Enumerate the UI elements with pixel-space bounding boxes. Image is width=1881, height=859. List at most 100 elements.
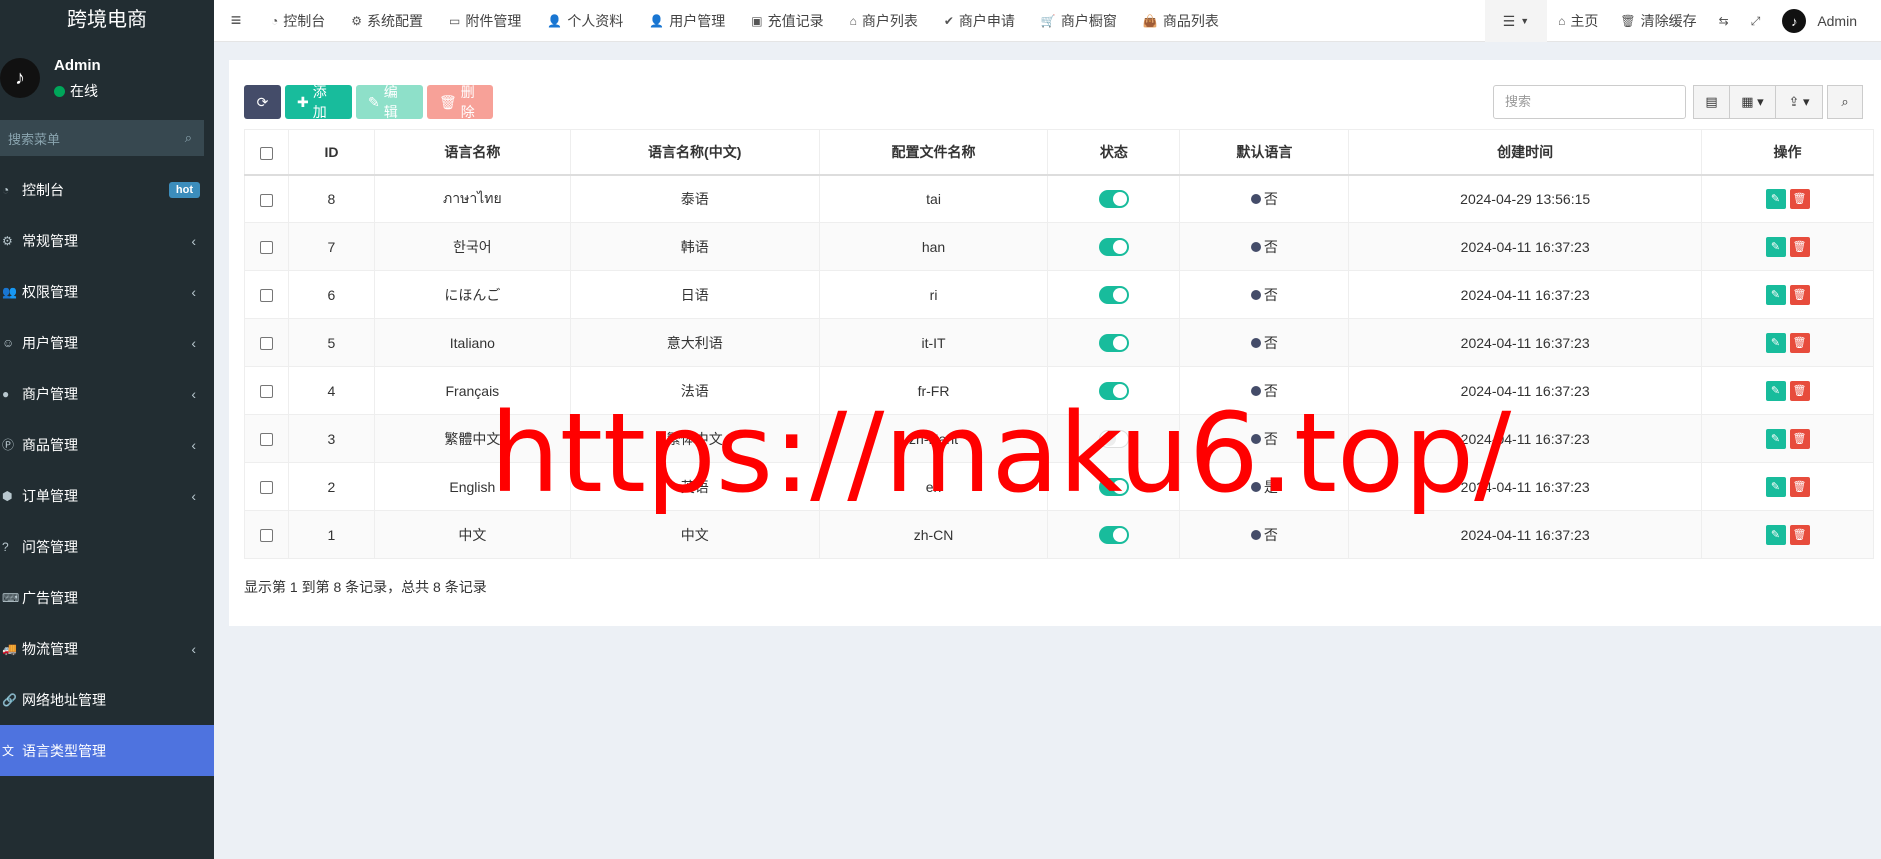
export-button[interactable]: ⇪ ▾ (1776, 85, 1823, 119)
sidebar-item[interactable]: 🔗 网络地址管理 (0, 674, 214, 725)
default-value: 否 (1263, 238, 1278, 255)
status-toggle[interactable] (1098, 237, 1129, 256)
table-row[interactable]: 7 한국어 韩语 han 否 2024-04-11 16:37:23 ✎ 🗑 (244, 222, 1874, 271)
menu-dropdown-button[interactable]: ☰ ▼ (1484, 0, 1548, 42)
status-dot-icon (1250, 241, 1261, 252)
table-row[interactable]: 6 にほんご 日语 ri 否 2024-04-11 16:37:23 ✎ 🗑 (244, 270, 1874, 319)
nav-tab[interactable]: 🛒 商户橱窗 (1028, 0, 1130, 42)
fullscreen-button[interactable]: ⤢ (1740, 0, 1772, 42)
created-time-cell: 2024-04-11 16:37:23 (1348, 510, 1703, 559)
row-delete-button[interactable]: 🗑 (1789, 428, 1810, 449)
sidebar: 跨境电商 ♪ Admin 在线 搜索菜单 ⌕ ◔ 控制台 hot ⚙ 常规管理 ‹ 👥 权限管… (0, 0, 214, 859)
column-header[interactable]: 配置文件名称 (818, 129, 1049, 176)
toggle-view-button[interactable]: ▤ (1693, 85, 1730, 119)
row-edit-button[interactable]: ✎ (1765, 284, 1786, 305)
add-button[interactable]: ✚ 添加 (285, 84, 352, 120)
column-header[interactable]: 默认语言 (1179, 129, 1350, 176)
row-delete-button[interactable]: 🗑 (1789, 476, 1810, 497)
columns-button[interactable]: ▦ ▾ (1730, 85, 1776, 119)
select-all-checkbox[interactable] (259, 146, 273, 160)
app-logo[interactable]: 跨境电商 (0, 0, 214, 40)
row-edit-button[interactable]: ✎ (1765, 428, 1786, 449)
row-checkbox[interactable] (259, 433, 273, 447)
row-delete-button[interactable]: 🗑 (1789, 236, 1810, 257)
content-panel: ⟳ ✚ 添加 ✎ 编辑 🗑 删除 搜索 ▤ ▦ ▾ ⇪ ▾ ⌕ ID 语言名称 语言… (229, 60, 1881, 626)
row-select-cell (244, 318, 289, 367)
advanced-search-button[interactable]: ⌕ (1827, 85, 1863, 119)
sidebar-item[interactable]: ☺ 用户管理 ‹ (0, 317, 214, 368)
row-delete-button[interactable]: 🗑 (1789, 188, 1810, 209)
dashboard-icon: ◔ (271, 13, 279, 28)
sidebar-item[interactable]: 🚚 物流管理 ‹ (0, 623, 214, 674)
row-edit-button[interactable]: ✎ (1765, 476, 1786, 497)
row-delete-button[interactable]: 🗑 (1789, 524, 1810, 545)
row-delete-button[interactable]: 🗑 (1789, 332, 1810, 353)
row-checkbox[interactable] (259, 289, 273, 303)
language-name-cell: 한국어 (373, 222, 571, 271)
sidebar-item[interactable]: 文语言类型管理 (0, 725, 214, 776)
column-header[interactable]: 状态 (1047, 129, 1181, 176)
row-edit-button[interactable]: ✎ (1765, 332, 1786, 353)
nav-tab-label: 商户列表 (861, 12, 918, 29)
nav-tab[interactable]: ◔ 控制台 (258, 0, 338, 42)
clear-cache-button[interactable]: 🗑 清除缓存 (1609, 0, 1707, 42)
column-header[interactable]: ID (287, 129, 375, 176)
delete-button[interactable]: 🗑 删除 (427, 84, 493, 120)
sidebar-item[interactable]: Ⓟ 商品管理 ‹ (0, 419, 214, 470)
row-checkbox[interactable] (259, 193, 273, 207)
search-icon[interactable]: ⌕ (185, 130, 192, 146)
sidebar-item[interactable]: 👥 权限管理 ‹ (0, 266, 214, 317)
refresh-button[interactable]: ⟳ (244, 85, 281, 119)
sidebar-item[interactable]: ◔ 控制台 hot (0, 164, 214, 215)
nav-tab-label: 控制台 (283, 12, 326, 29)
status-toggle[interactable] (1098, 333, 1129, 352)
nav-tab[interactable]: ⚙ 系统配置 (338, 0, 436, 42)
home-link[interactable]: ⌂ 主页 (1547, 0, 1609, 42)
nav-tab[interactable]: ▣ 充值记录 (738, 0, 836, 42)
admin-menu[interactable]: ♪ Admin (1771, 0, 1881, 42)
created-time-cell: 2024-04-11 16:37:23 (1348, 318, 1703, 367)
hot-badge: hot (168, 181, 200, 198)
row-edit-button[interactable]: ✎ (1765, 380, 1786, 401)
operate-cell: ✎ 🗑 (1701, 414, 1874, 463)
language-switch-button[interactable]: ⇆ (1708, 0, 1740, 42)
nav-tab[interactable]: ▭ 附件管理 (436, 0, 534, 42)
table-row[interactable]: 5 Italiano 意大利语 it-IT 否 2024-04-11 16:37:23 ✎ 🗑 (244, 318, 1874, 367)
row-delete-button[interactable]: 🗑 (1789, 284, 1810, 305)
sidebar-search-input[interactable]: 搜索菜单 ⌕ (0, 120, 204, 156)
row-edit-button[interactable]: ✎ (1765, 236, 1786, 257)
status-toggle[interactable] (1098, 285, 1129, 304)
table-header-row: ID 语言名称 语言名称(中文) 配置文件名称 状态 默认语言 创建时间 操作 (244, 129, 1874, 176)
row-checkbox[interactable] (259, 385, 273, 399)
table-search-input[interactable]: 搜索 (1493, 85, 1686, 119)
row-checkbox[interactable] (259, 337, 273, 351)
nav-tab[interactable]: 👤 个人资料 (534, 0, 636, 42)
column-header[interactable]: 语言名称 (373, 129, 571, 176)
column-header[interactable]: 创建时间 (1348, 129, 1703, 176)
status-toggle[interactable] (1098, 189, 1129, 208)
row-checkbox[interactable] (259, 481, 273, 495)
menu-toggle-icon[interactable]: ≡ (214, 10, 258, 31)
nav-tab[interactable]: ✔ 商户申请 (931, 0, 1028, 42)
row-checkbox[interactable] (259, 241, 273, 255)
status-toggle[interactable] (1098, 525, 1129, 544)
table-row[interactable]: 1 中文 中文 zh-CN 否 2024-04-11 16:37:23 ✎ 🗑 (244, 510, 1874, 559)
row-edit-button[interactable]: ✎ (1765, 188, 1786, 209)
table-search-placeholder: 搜索 (1505, 94, 1532, 109)
edit-button[interactable]: ✎ 编辑 (356, 84, 423, 120)
language-name-cell: 中文 (373, 510, 571, 559)
sidebar-item[interactable]: ● 商户管理 ‹ (0, 368, 214, 419)
row-edit-button[interactable]: ✎ (1765, 524, 1786, 545)
column-header[interactable]: 操作 (1701, 129, 1874, 176)
nav-tab[interactable]: ⌂ 商户列表 (837, 0, 931, 42)
sidebar-item[interactable]: ? 问答管理 (0, 521, 214, 572)
sidebar-item[interactable]: ⬢ 订单管理 ‹ (0, 470, 214, 521)
column-header[interactable]: 语言名称(中文) (569, 129, 820, 176)
row-delete-button[interactable]: 🗑 (1789, 380, 1810, 401)
nav-tab[interactable]: 👤 用户管理 (636, 0, 738, 42)
table-row[interactable]: 8 ภาษาไทย 泰语 tai 否 2024-04-29 13:56:15 ✎ 🗑 (244, 174, 1874, 223)
sidebar-item[interactable]: ⌨ 广告管理 (0, 572, 214, 623)
sidebar-item[interactable]: ⚙ 常规管理 ‹ (0, 215, 214, 266)
row-checkbox[interactable] (259, 529, 273, 543)
nav-tab[interactable]: 👜 商品列表 (1130, 0, 1232, 42)
